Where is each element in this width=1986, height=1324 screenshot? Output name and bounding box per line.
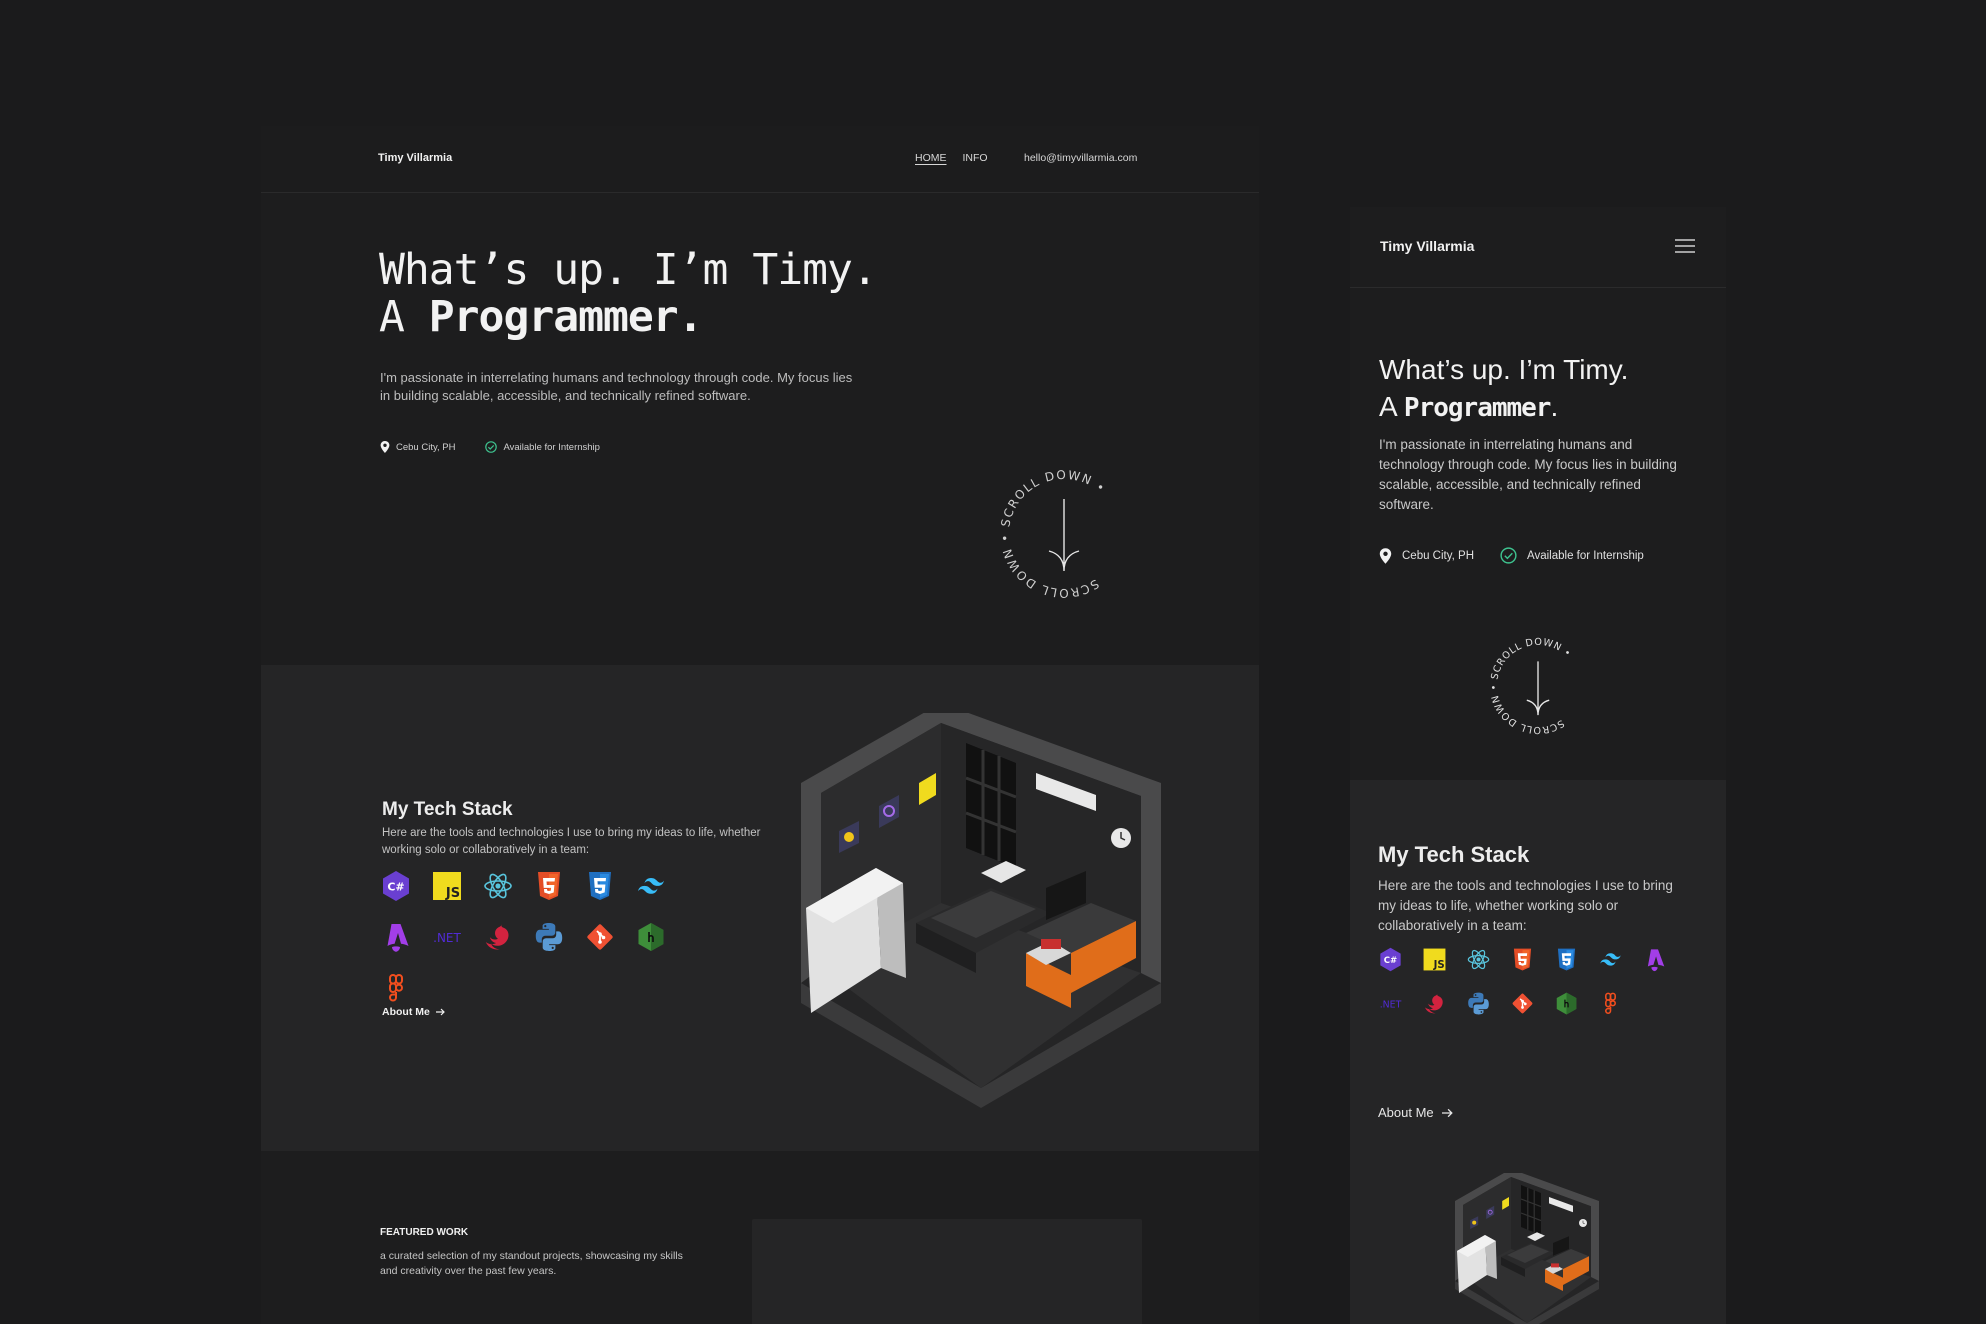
isometric-room-illustration <box>801 713 1161 1108</box>
hamburger-menu-icon[interactable] <box>1675 238 1695 254</box>
svg-text:JS: JS <box>445 886 460 901</box>
mobile-header: Timy Villarmia <box>1350 207 1726 288</box>
csharp-icon: C# <box>1377 946 1403 972</box>
nav-home-link[interactable]: HOME <box>915 152 947 164</box>
site-brand[interactable]: Timy Villarmia <box>378 152 452 164</box>
javascript-icon: JS <box>1421 946 1447 972</box>
nestjs-icon <box>481 920 515 954</box>
git-icon <box>583 920 617 954</box>
tech-icon-grid: C# JS .NET <box>379 869 719 1022</box>
location-pin-icon <box>380 441 390 453</box>
mobile-location-text: Cebu City, PH <box>1402 549 1475 562</box>
dotnet-icon: .NET <box>430 920 464 954</box>
mobile-tech-stack-title: My Tech Stack <box>1378 842 1530 867</box>
mobile-availability-item: Available for Internship <box>1500 547 1644 564</box>
featured-work-title: FEATURED WORK <box>380 1227 469 1238</box>
svg-text:C#: C# <box>387 881 404 894</box>
mobile-tech-icon-grid: C# JS .NET <box>1377 946 1707 1034</box>
featured-work-description: a curated selection of my standout proje… <box>380 1250 683 1277</box>
book-stack <box>1041 939 1061 949</box>
tech-stack-description: Here are the tools and technologies I us… <box>382 827 761 856</box>
arrow-right-icon <box>1441 1108 1453 1117</box>
tailwind-icon <box>1597 946 1623 972</box>
git-icon <box>1509 990 1535 1016</box>
python-icon <box>532 920 566 954</box>
mobile-availability-text: Available for Internship <box>1527 549 1644 562</box>
site-header: Timy Villarmia HOME INFO hello@timyvilla… <box>261 126 1259 193</box>
mobile-brand[interactable]: Timy Villarmia <box>1380 238 1474 254</box>
nestjs-icon <box>1421 990 1447 1016</box>
nodejs-icon <box>1553 990 1579 1016</box>
mobile-isometric-room-illustration <box>1455 1173 1599 1324</box>
hero-description: I'm passionate in interrelating humans a… <box>380 370 853 403</box>
arrow-down-icon <box>1526 661 1550 716</box>
svg-text:C#: C# <box>1383 956 1396 966</box>
figma-icon <box>1597 990 1623 1016</box>
hero-meta: Cebu City, PH Available for Internship <box>380 441 630 453</box>
check-circle-icon <box>1500 547 1517 564</box>
react-icon <box>481 869 515 903</box>
mobile-hero-meta: Cebu City, PH Available for Internship <box>1379 547 1670 564</box>
hero-title-line2: A Programmer. <box>379 295 704 340</box>
arrow-down-icon <box>1048 499 1080 572</box>
mobile-hero-title-line1: What’s up. I’m Timy. <box>1379 354 1629 385</box>
about-me-label: About Me <box>382 1006 430 1018</box>
mobile-hero-description: I'm passionate in interrelating humans a… <box>1379 437 1677 512</box>
mobile-hero-title-line2: A Programmer. <box>1379 391 1558 423</box>
mobile-about-me-label: About Me <box>1378 1105 1434 1120</box>
mobile-hero-title-suffix: . <box>1550 391 1559 422</box>
check-circle-icon <box>485 441 498 453</box>
nodejs-icon <box>634 920 668 954</box>
nav-info-link[interactable]: INFO <box>963 152 988 164</box>
availability-text: Available for Internship <box>503 441 600 453</box>
mobile-hero-title-emphasis: Programmer <box>1403 393 1552 423</box>
svg-text:.NET: .NET <box>433 931 461 945</box>
mobile-location-item: Cebu City, PH <box>1379 547 1475 564</box>
python-icon <box>1465 990 1491 1016</box>
astro-icon <box>1641 946 1667 972</box>
main-nav: HOME INFO <box>915 152 1004 164</box>
location-item: Cebu City, PH <box>380 441 455 453</box>
availability-item: Available for Internship <box>485 441 600 453</box>
email-link[interactable]: hello@timyvillarmia.com <box>1024 152 1137 164</box>
csharp-icon: C# <box>379 869 413 903</box>
hero-title-line1: What’s up. I’m Timy. <box>379 245 878 295</box>
mobile-tech-stack-description: Here are the tools and technologies I us… <box>1378 878 1673 933</box>
hero-title-emphasis: Programmer <box>428 292 679 342</box>
svg-text:.NET: .NET <box>1379 999 1401 1010</box>
css3-icon <box>1553 946 1579 972</box>
mobile-tech-stack-section: My Tech Stack Here are the tools and tec… <box>1350 780 1726 1324</box>
css3-icon <box>583 869 617 903</box>
window-frame <box>966 743 1016 868</box>
scroll-down-badge[interactable]: SCROLL DOWN • SCROLL DOWN • <box>989 459 1139 609</box>
arrow-right-icon <box>435 1008 445 1016</box>
mobile-hero-title-prefix: A <box>1379 391 1404 422</box>
html5-icon <box>1509 946 1535 972</box>
mobile-about-me-link[interactable]: About Me <box>1378 1105 1453 1120</box>
window-frame <box>1521 1185 1541 1235</box>
featured-work-section: FEATURED WORK a curated selection of my … <box>261 1151 1259 1324</box>
about-me-link[interactable]: About Me <box>382 1006 445 1018</box>
tech-stack-title: My Tech Stack <box>382 799 513 820</box>
react-icon <box>1465 946 1491 972</box>
astro-icon <box>379 920 413 954</box>
tech-stack-section: My Tech Stack Here are the tools and tec… <box>261 665 1259 1151</box>
mobile-preview: Timy Villarmia What’s up. I’m Timy. A Pr… <box>1350 207 1726 1324</box>
svg-text:JS: JS <box>1432 960 1444 971</box>
location-pin-icon <box>1379 547 1392 564</box>
tailwind-icon <box>634 869 668 903</box>
figma-icon <box>379 971 413 1005</box>
hero-section: What’s up. I’m Timy. A Programmer. I'm p… <box>261 193 1259 665</box>
mobile-scroll-down-badge[interactable]: SCROLL DOWN • SCROLL DOWN • <box>1482 630 1594 742</box>
location-text: Cebu City, PH <box>396 441 456 453</box>
book-stack <box>1551 1263 1559 1268</box>
javascript-icon: JS <box>430 869 464 903</box>
featured-project-card[interactable] <box>752 1219 1142 1324</box>
html5-icon <box>532 869 566 903</box>
desktop-preview: Timy Villarmia HOME INFO hello@timyvilla… <box>261 126 1259 1324</box>
hero-title-suffix: . <box>677 292 704 342</box>
dotnet-icon: .NET <box>1377 990 1403 1016</box>
hero-title-prefix: A <box>379 292 429 342</box>
